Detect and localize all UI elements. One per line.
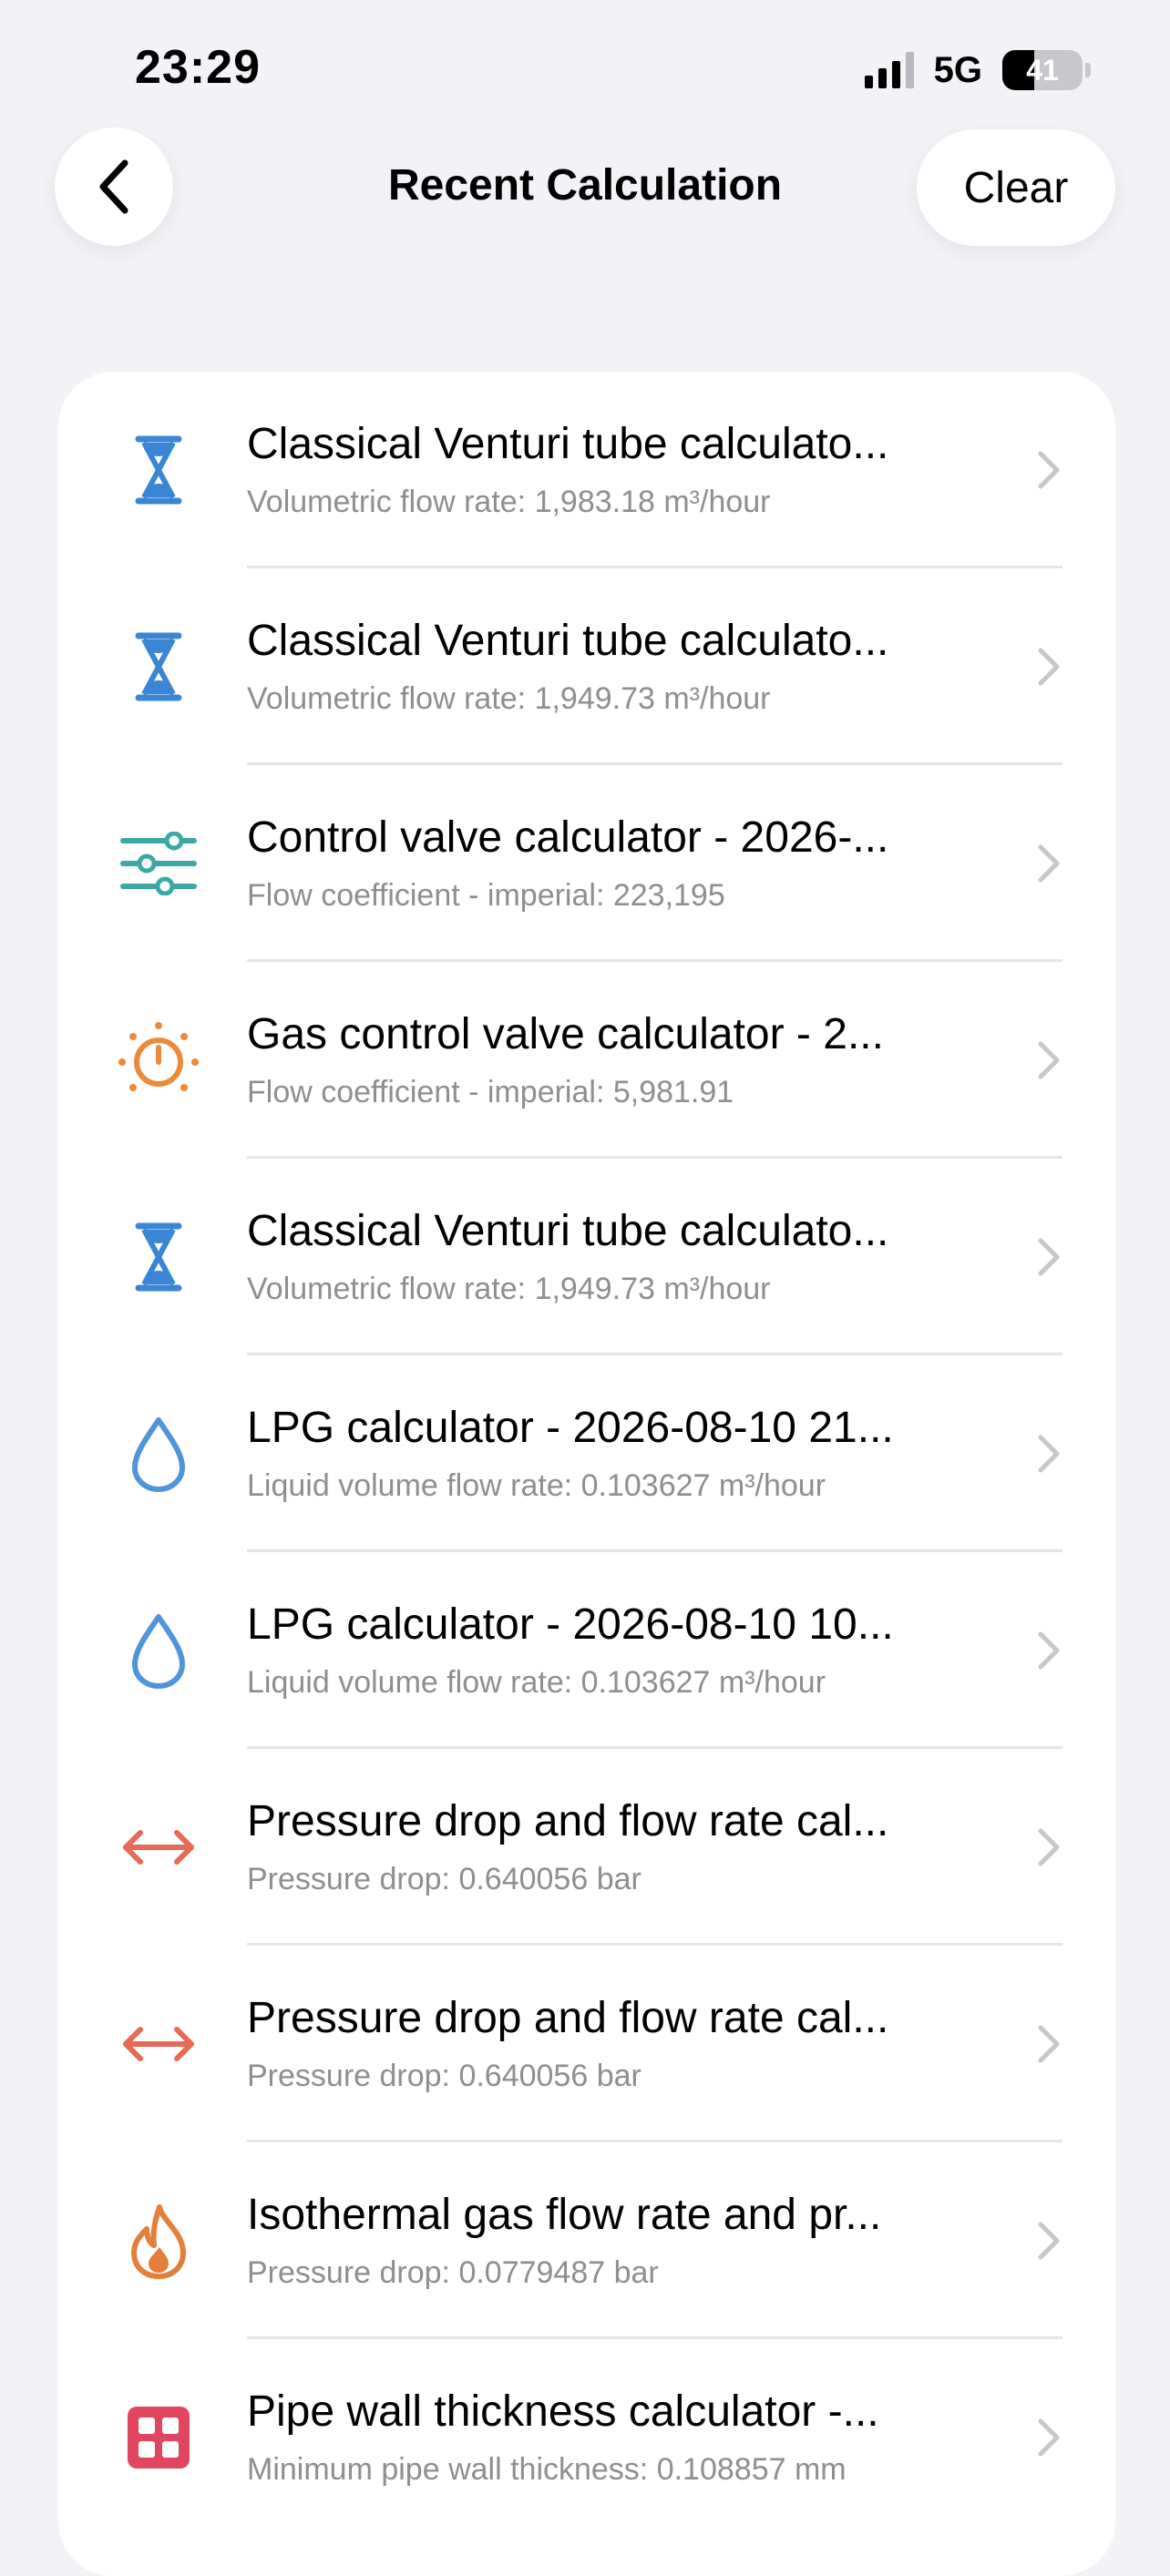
list-item[interactable]: Pressure drop and flow rate cal... Press…: [58, 1946, 1115, 2142]
item-title: Classical Venturi tube calculato...: [247, 617, 889, 665]
item-title: Classical Venturi tube calculato...: [247, 420, 889, 468]
chevron-right-icon: [1038, 844, 1060, 883]
item-title: Isothermal gas flow rate and pr...: [247, 2191, 882, 2239]
item-subtitle: Volumetric flow rate: 1,983.18 m³/hour: [247, 485, 771, 519]
item-title: Pipe wall thickness calculator -...: [247, 2387, 879, 2436]
drop-icon: [113, 1605, 204, 1696]
item-subtitle: Volumetric flow rate: 1,949.73 m³/hour: [247, 1272, 771, 1306]
chevron-right-icon: [1038, 648, 1060, 686]
sliders-icon: [113, 818, 204, 909]
chevron-right-icon: [1038, 1828, 1060, 1866]
hourglass-icon: [113, 1211, 204, 1303]
network-type: 5G: [933, 49, 982, 90]
clear-button[interactable]: Clear: [917, 129, 1115, 246]
cellular-signal-icon: [864, 52, 914, 88]
item-subtitle: Liquid volume flow rate: 0.103627 m³/hou…: [247, 1665, 826, 1700]
chevron-right-icon: [1038, 2418, 1060, 2457]
list-item[interactable]: Isothermal gas flow rate and pr... Press…: [58, 2142, 1115, 2339]
drop-icon: [113, 1408, 204, 1499]
status-bar: 23:29 5G 41: [0, 0, 1170, 137]
item-title: Classical Venturi tube calculato...: [247, 1207, 889, 1255]
navigation-bar: Recent Calculation Clear: [0, 128, 1170, 250]
double-arrow-icon: [113, 1802, 204, 1893]
item-title: Pressure drop and flow rate cal...: [247, 1797, 889, 1845]
list-item[interactable]: LPG calculator - 2026-08-10 21... Liquid…: [58, 1355, 1115, 1552]
list-item[interactable]: Pressure drop and flow rate cal... Press…: [58, 1749, 1115, 1946]
grid-icon: [113, 2392, 204, 2483]
item-subtitle: Pressure drop: 0.640056 bar: [247, 2059, 641, 2093]
chevron-right-icon: [1038, 1631, 1060, 1670]
list-item[interactable]: Classical Venturi tube calculato... Volu…: [58, 568, 1115, 765]
item-subtitle: Pressure drop: 0.640056 bar: [247, 1862, 641, 1896]
chevron-right-icon: [1038, 451, 1060, 489]
list-item[interactable]: Classical Venturi tube calculato... Volu…: [58, 1159, 1115, 1355]
hourglass-icon: [113, 424, 204, 516]
item-title: Pressure drop and flow rate cal...: [247, 1994, 889, 2042]
item-subtitle: Flow coefficient - imperial: 5,981.91: [247, 1075, 734, 1109]
chevron-right-icon: [1038, 2222, 1060, 2260]
item-title: LPG calculator - 2026-08-10 10...: [247, 1600, 894, 1649]
battery-level: 41: [1026, 53, 1059, 87]
list-item[interactable]: Gas control valve calculator - 2... Flow…: [58, 962, 1115, 1159]
flame-icon: [113, 2195, 204, 2286]
hourglass-icon: [113, 621, 204, 712]
item-title: LPG calculator - 2026-08-10 21...: [247, 1404, 894, 1452]
list-item[interactable]: Pipe wall thickness calculator -... Mini…: [58, 2339, 1115, 2536]
list-item[interactable]: LPG calculator - 2026-08-10 10... Liquid…: [58, 1552, 1115, 1749]
chevron-right-icon: [1038, 2025, 1060, 2063]
status-indicators: 5G 41: [864, 47, 1091, 93]
recent-calculations-list: Classical Venturi tube calculato... Volu…: [58, 372, 1115, 2576]
chevron-right-icon: [1038, 1238, 1060, 1276]
item-subtitle: Minimum pipe wall thickness: 0.108857 mm: [247, 2452, 847, 2487]
item-title: Gas control valve calculator - 2...: [247, 1010, 884, 1058]
double-arrow-icon: [113, 1998, 204, 2090]
status-time: 23:29: [135, 41, 261, 94]
item-subtitle: Volumetric flow rate: 1,949.73 m³/hour: [247, 681, 771, 716]
item-subtitle: Flow coefficient - imperial: 223,195: [247, 878, 725, 913]
chevron-right-icon: [1038, 1041, 1060, 1079]
dial-icon: [113, 1015, 204, 1106]
item-title: Control valve calculator - 2026-...: [247, 813, 889, 862]
chevron-right-icon: [1038, 1435, 1060, 1473]
item-subtitle: Pressure drop: 0.0779487 bar: [247, 2255, 659, 2290]
item-subtitle: Liquid volume flow rate: 0.103627 m³/hou…: [247, 1468, 826, 1503]
list-item[interactable]: Control valve calculator - 2026-... Flow…: [58, 765, 1115, 962]
battery-icon: 41: [1002, 50, 1091, 90]
list-item[interactable]: Classical Venturi tube calculato... Volu…: [58, 372, 1115, 568]
